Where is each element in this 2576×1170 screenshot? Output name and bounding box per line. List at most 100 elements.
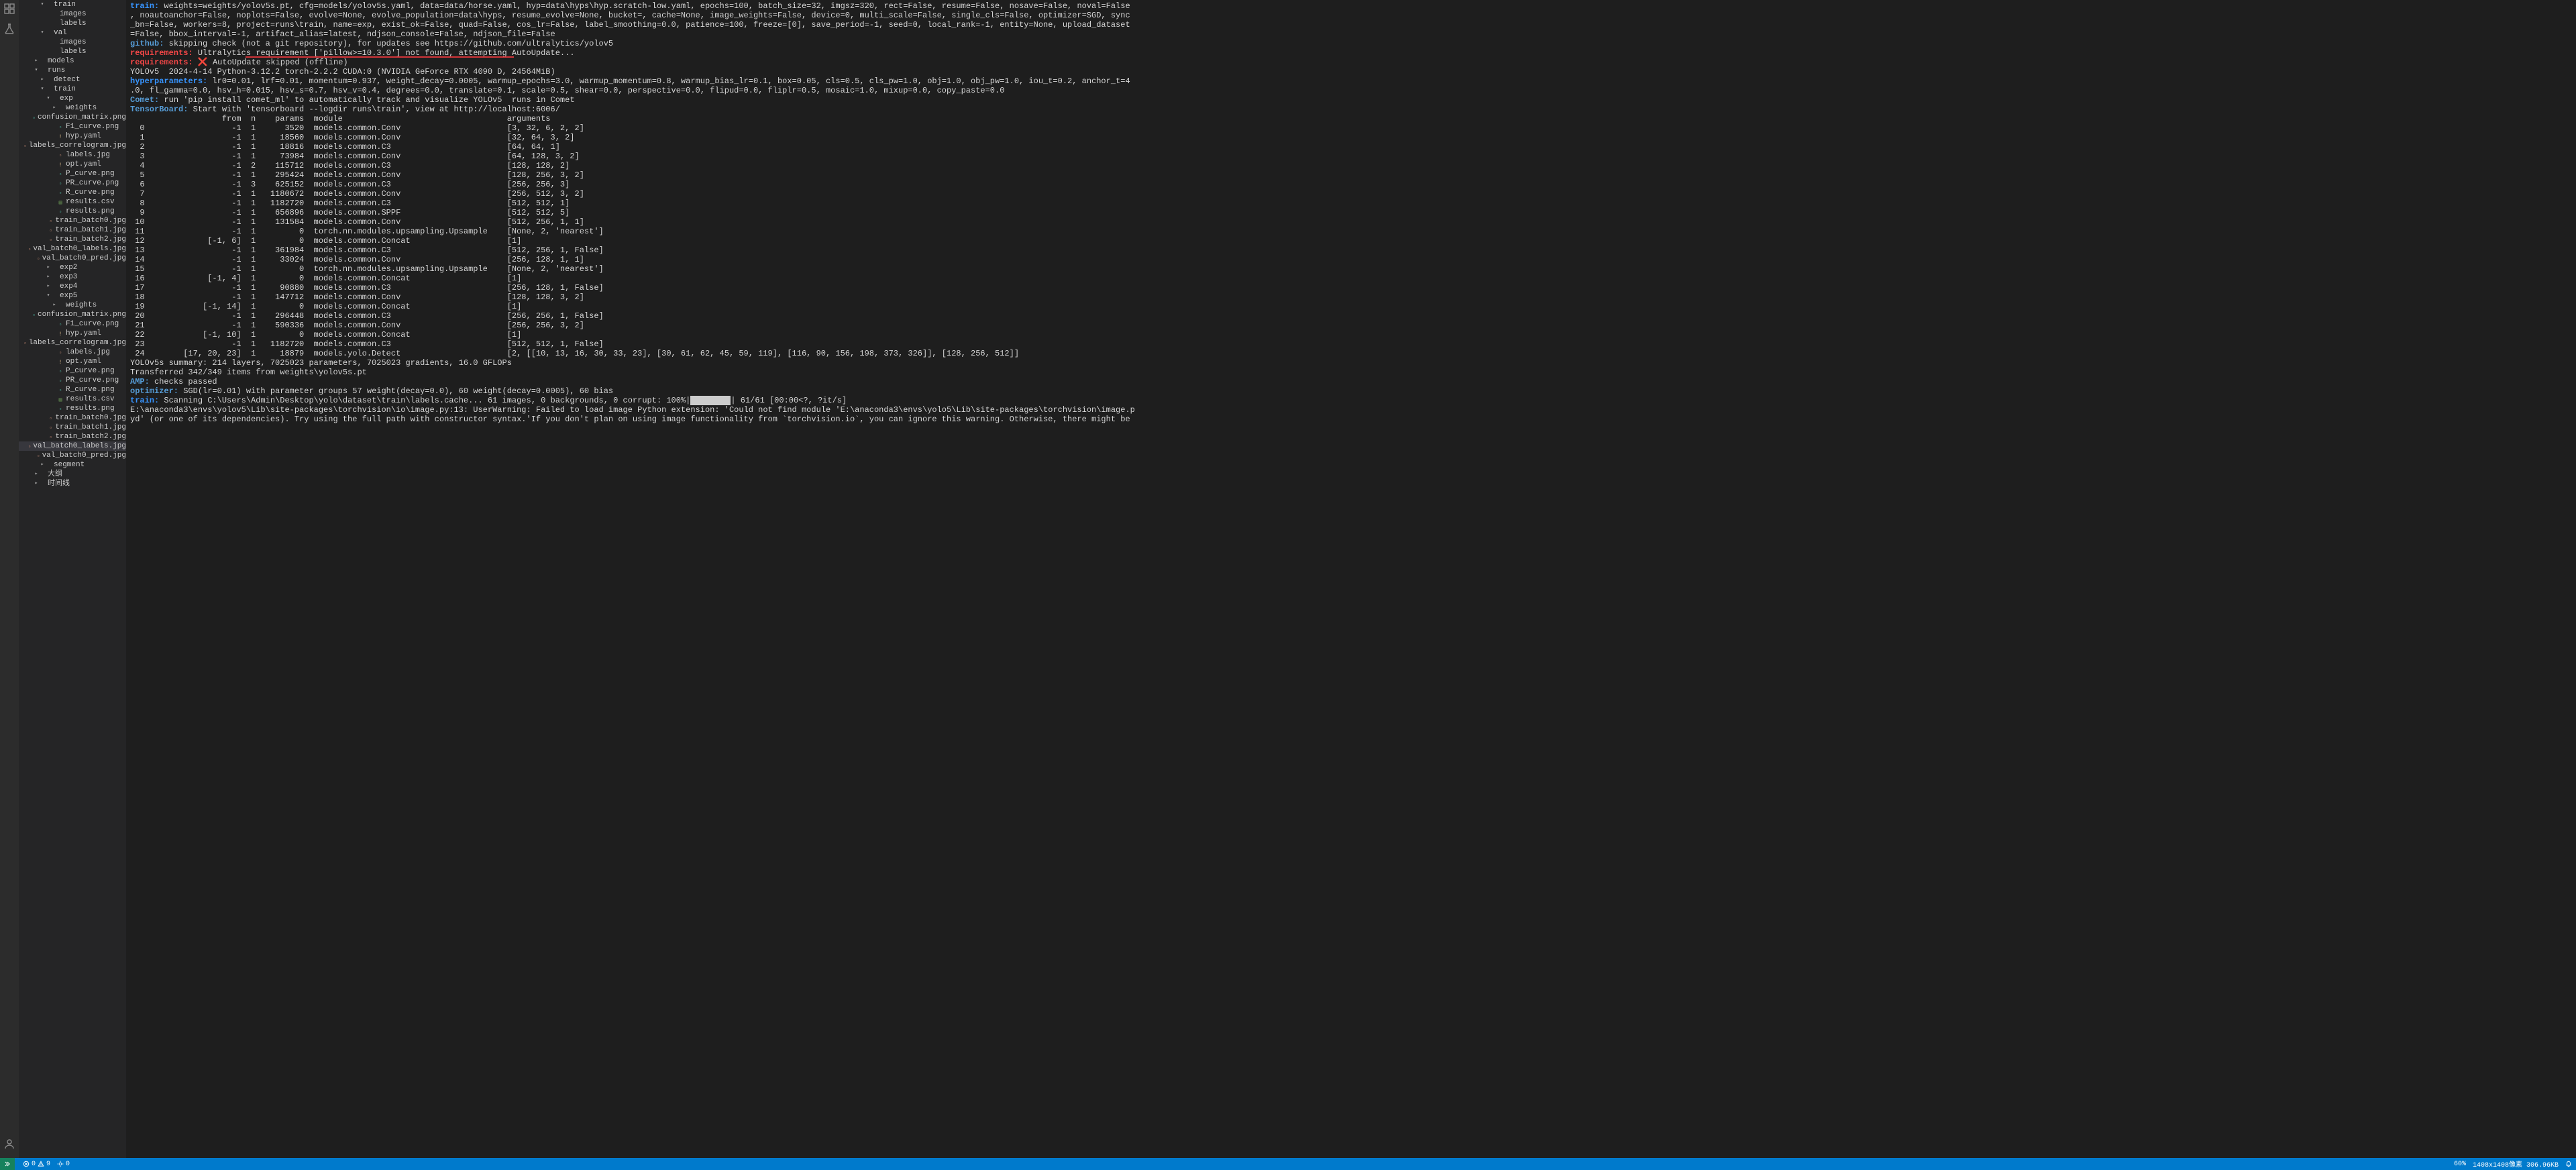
tree-item[interactable]: labels [19, 47, 126, 56]
tree-item[interactable]: ▸detect [19, 75, 126, 85]
tree-item[interactable]: ▸segment [19, 460, 126, 470]
chevron-icon[interactable]: ▸ [52, 103, 57, 113]
warning-count: 9 [46, 1161, 50, 1168]
tree-item[interactable]: !hyp.yaml [19, 131, 126, 141]
tree-item[interactable]: ▫val_batch0_labels.jpg [19, 441, 126, 451]
png-file-icon: ▫ [57, 170, 64, 177]
tree-item[interactable]: ▫F1_curve.png [19, 122, 126, 131]
tree-item[interactable]: ▫P_curve.png [19, 169, 126, 178]
tree-item[interactable]: labels [19, 19, 126, 28]
chevron-icon[interactable]: ▸ [46, 282, 51, 291]
chevron-icon[interactable]: ▸ [52, 301, 57, 310]
tree-item[interactable]: ▾exp5 [19, 291, 126, 301]
tree-item[interactable]: ▫P_curve.png [19, 366, 126, 376]
chevron-icon[interactable]: ▸ [34, 56, 39, 66]
chevron-icon[interactable]: ▸ [34, 479, 39, 488]
tree-item-label: val_batch0_labels.jpg [33, 244, 126, 254]
tree-item[interactable]: ▫val_batch0_labels.jpg [19, 244, 126, 254]
tree-item[interactable]: ▸exp2 [19, 263, 126, 272]
tree-item[interactable]: ▸ exp4 [19, 282, 126, 291]
tree-item[interactable]: ▫val_batch0_pred.jpg [19, 451, 126, 460]
tree-item-label: P_curve.png [66, 366, 115, 376]
tree-item[interactable]: ▾val [19, 28, 126, 38]
tree-item[interactable]: ▸ models [19, 56, 126, 66]
chevron-icon[interactable]: ▸ [40, 460, 45, 470]
tree-item[interactable]: ▫labels_correlogram.jpg [19, 141, 126, 150]
model-table-row: 1 -1 1 18560 models.common.Conv [32, 64,… [130, 133, 2572, 142]
tree-item[interactable]: ▸weights [19, 301, 126, 310]
tree-item[interactable]: !opt.yaml [19, 357, 126, 366]
tree-item[interactable]: ▫PR_curve.png [19, 376, 126, 385]
chevron-icon[interactable]: ▸ [46, 272, 51, 282]
jpg-file-icon: ▫ [28, 443, 32, 449]
tree-item[interactable]: ▫R_curve.png [19, 188, 126, 197]
yaml-file-icon: ! [57, 330, 64, 337]
chevron-icon[interactable]: ▾ [46, 291, 51, 301]
tree-item-label: labels_correlogram.jpg [29, 141, 126, 150]
csv-file-icon: ▤ [57, 396, 64, 403]
status-ports[interactable]: 0 [57, 1161, 70, 1168]
tree-item[interactable]: images [19, 9, 126, 19]
tree-item[interactable]: ▫train_batch1.jpg [19, 225, 126, 235]
status-errors[interactable]: 0 9 [23, 1161, 50, 1168]
tree-item-label: labels.jpg [66, 348, 110, 357]
folder-icon [51, 11, 58, 17]
chevron-icon[interactable]: ▸ [46, 263, 51, 272]
tree-item[interactable]: ▸weights [19, 103, 126, 113]
tree-item[interactable]: ▤results.csv [19, 394, 126, 404]
tree-item-label: exp4 [60, 282, 77, 291]
chevron-icon[interactable]: ▸ [40, 75, 45, 85]
flask-icon[interactable] [3, 23, 15, 35]
tree-item[interactable]: ▫confusion_matrix.png [19, 113, 126, 122]
tree-item[interactable]: ▸时间线 [19, 479, 126, 488]
tree-item[interactable]: ▫train_batch2.jpg [19, 235, 126, 244]
tree-item-label: images [60, 38, 87, 47]
account-icon[interactable] [3, 1138, 15, 1150]
tree-item[interactable]: ▾train [19, 85, 126, 94]
model-table-row: 8 -1 1 1182720 models.common.C3 [512, 51… [130, 199, 2572, 208]
tree-item[interactable]: ▫R_curve.png [19, 385, 126, 394]
tree-item[interactable]: ▫labels_correlogram.jpg [19, 338, 126, 348]
tree-item[interactable]: ▫labels.jpg [19, 150, 126, 160]
tree-item-label: hyp.yaml [66, 131, 101, 141]
png-file-icon: ▫ [57, 405, 64, 412]
chevron-icon[interactable]: ▾ [40, 85, 45, 94]
chevron-icon[interactable]: ▾ [34, 66, 39, 75]
tree-item[interactable]: ▫train_batch1.jpg [19, 423, 126, 432]
status-image-info[interactable]: 1408x1408像素 306.96KB [2473, 1159, 2559, 1169]
tree-item[interactable]: ▫results.png [19, 207, 126, 216]
tree-item[interactable]: ▫train_batch0.jpg [19, 216, 126, 225]
tree-item[interactable]: ▾runs [19, 66, 126, 75]
tree-item[interactable]: ▫confusion_matrix.png [19, 310, 126, 319]
tree-item[interactable]: ▫F1_curve.png [19, 319, 126, 329]
tree-item-label: 大纲 [48, 470, 62, 479]
chevron-icon[interactable]: ▾ [46, 94, 51, 103]
tree-item[interactable]: ▫val_batch0_pred.jpg [19, 254, 126, 263]
folder-icon [57, 302, 64, 309]
tree-item[interactable]: ▫results.png [19, 404, 126, 413]
file-explorer[interactable]: ▾trainimageslabels▾valimageslabels▸model… [19, 0, 126, 1170]
jpg-file-icon: ▫ [48, 433, 54, 440]
remote-indicator[interactable] [0, 1158, 15, 1170]
chevron-icon[interactable]: ▸ [34, 470, 39, 479]
tree-item[interactable]: ▾train [19, 0, 126, 9]
model-table-row: 10 -1 1 131584 models.common.Conv [512, … [130, 217, 2572, 227]
tree-item[interactable]: ▸ 大纲 [19, 470, 126, 479]
extensions-icon[interactable] [3, 3, 15, 15]
terminal-output[interactable]: train: weights=weights/yolov5s.pt, cfg=m… [126, 0, 2576, 1170]
tree-item[interactable]: !hyp.yaml [19, 329, 126, 338]
tree-item[interactable]: ▫train_batch2.jpg [19, 432, 126, 441]
tree-item[interactable]: ▾exp [19, 94, 126, 103]
status-notifications-icon[interactable] [2565, 1161, 2572, 1167]
chevron-icon[interactable]: ▾ [40, 0, 45, 9]
tree-item[interactable]: ▫train_batch0.jpg [19, 413, 126, 423]
tree-item-label: models [48, 56, 74, 66]
tree-item[interactable]: ▸exp3 [19, 272, 126, 282]
tree-item[interactable]: ▤results.csv [19, 197, 126, 207]
tree-item[interactable]: ▫labels.jpg [19, 348, 126, 357]
tree-item[interactable]: images [19, 38, 126, 47]
tree-item[interactable]: ▫PR_curve.png [19, 178, 126, 188]
tree-item[interactable]: !opt.yaml [19, 160, 126, 169]
chevron-icon[interactable]: ▾ [40, 28, 45, 38]
status-zoom[interactable]: 60% [2454, 1161, 2466, 1168]
